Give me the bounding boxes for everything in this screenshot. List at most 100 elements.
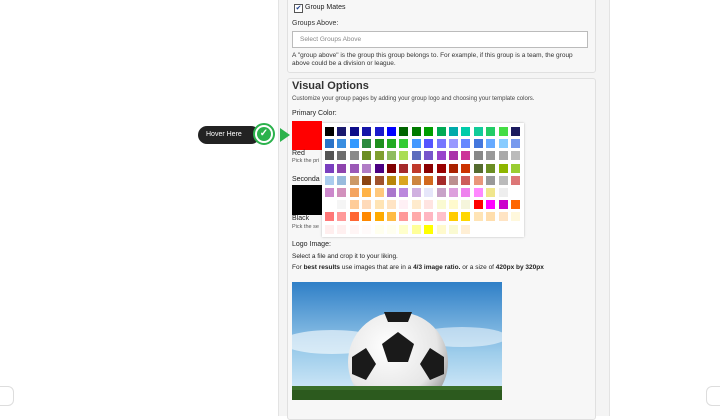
palette-swatch[interactable]: [436, 127, 446, 136]
palette-swatch[interactable]: [349, 163, 359, 173]
palette-swatch[interactable]: [511, 175, 520, 185]
palette-swatch[interactable]: [511, 139, 520, 149]
palette-swatch[interactable]: [411, 175, 421, 185]
palette-swatch[interactable]: [411, 163, 421, 173]
palette-swatch[interactable]: [387, 175, 396, 185]
palette-swatch[interactable]: [325, 163, 334, 173]
palette-swatch[interactable]: [486, 163, 496, 173]
palette-swatch[interactable]: [511, 188, 520, 197]
palette-swatch[interactable]: [498, 127, 508, 136]
palette-swatch[interactable]: [325, 224, 334, 234]
palette-swatch[interactable]: [436, 175, 446, 185]
palette-swatch[interactable]: [399, 212, 409, 222]
palette-swatch[interactable]: [498, 175, 508, 185]
palette-swatch[interactable]: [498, 151, 508, 161]
palette-swatch[interactable]: [387, 139, 396, 149]
palette-swatch[interactable]: [349, 224, 359, 234]
palette-swatch[interactable]: [511, 127, 520, 136]
palette-swatch[interactable]: [374, 175, 384, 185]
group-mates-checkbox[interactable]: ✔: [294, 4, 303, 13]
palette-swatch[interactable]: [449, 188, 458, 197]
palette-swatch[interactable]: [362, 139, 372, 149]
palette-swatch[interactable]: [498, 212, 508, 222]
palette-swatch[interactable]: [449, 224, 458, 234]
palette-swatch[interactable]: [349, 188, 359, 197]
palette-swatch[interactable]: [337, 224, 347, 234]
palette-swatch[interactable]: [461, 151, 471, 161]
palette-swatch[interactable]: [399, 127, 409, 136]
palette-swatch[interactable]: [349, 127, 359, 136]
palette-swatch[interactable]: [424, 151, 434, 161]
palette-swatch[interactable]: [473, 127, 483, 136]
palette-swatch[interactable]: [325, 175, 334, 185]
palette-swatch[interactable]: [424, 127, 434, 136]
palette-swatch[interactable]: [511, 224, 520, 234]
palette-swatch[interactable]: [374, 163, 384, 173]
palette-swatch[interactable]: [473, 163, 483, 173]
palette-swatch[interactable]: [337, 175, 347, 185]
palette-swatch[interactable]: [374, 212, 384, 222]
palette-swatch[interactable]: [387, 200, 396, 210]
primary-color-swatch[interactable]: [292, 121, 322, 150]
palette-swatch[interactable]: [486, 127, 496, 136]
palette-swatch[interactable]: [399, 139, 409, 149]
groups-above-select[interactable]: Select Groups Above: [292, 31, 588, 48]
palette-swatch[interactable]: [374, 151, 384, 161]
palette-swatch[interactable]: [498, 163, 508, 173]
palette-swatch[interactable]: [399, 200, 409, 210]
palette-swatch[interactable]: [511, 163, 520, 173]
palette-swatch[interactable]: [424, 139, 434, 149]
palette-swatch[interactable]: [387, 163, 396, 173]
palette-swatch[interactable]: [498, 139, 508, 149]
palette-swatch[interactable]: [486, 139, 496, 149]
palette-swatch[interactable]: [374, 188, 384, 197]
palette-swatch[interactable]: [374, 224, 384, 234]
palette-swatch[interactable]: [473, 212, 483, 222]
palette-swatch[interactable]: [424, 212, 434, 222]
palette-swatch[interactable]: [449, 127, 458, 136]
palette-swatch[interactable]: [349, 200, 359, 210]
palette-swatch[interactable]: [461, 139, 471, 149]
palette-swatch[interactable]: [337, 212, 347, 222]
palette-swatch[interactable]: [387, 127, 396, 136]
palette-swatch[interactable]: [473, 200, 483, 210]
palette-swatch[interactable]: [362, 175, 372, 185]
palette-swatch[interactable]: [449, 212, 458, 222]
palette-swatch[interactable]: [411, 224, 421, 234]
palette-swatch[interactable]: [461, 224, 471, 234]
palette-swatch[interactable]: [461, 163, 471, 173]
palette-swatch[interactable]: [424, 163, 434, 173]
palette-swatch[interactable]: [411, 139, 421, 149]
palette-swatch[interactable]: [337, 139, 347, 149]
palette-swatch[interactable]: [449, 175, 458, 185]
palette-swatch[interactable]: [325, 127, 334, 136]
palette-swatch[interactable]: [486, 151, 496, 161]
palette-swatch[interactable]: [424, 175, 434, 185]
palette-swatch[interactable]: [486, 175, 496, 185]
palette-swatch[interactable]: [337, 200, 347, 210]
palette-swatch[interactable]: [436, 139, 446, 149]
palette-swatch[interactable]: [362, 224, 372, 234]
palette-swatch[interactable]: [486, 224, 496, 234]
palette-swatch[interactable]: [374, 200, 384, 210]
palette-swatch[interactable]: [387, 212, 396, 222]
palette-swatch[interactable]: [374, 139, 384, 149]
palette-swatch[interactable]: [349, 175, 359, 185]
palette-swatch[interactable]: [461, 127, 471, 136]
palette-swatch[interactable]: [399, 175, 409, 185]
palette-swatch[interactable]: [449, 139, 458, 149]
palette-swatch[interactable]: [461, 175, 471, 185]
palette-swatch[interactable]: [325, 200, 334, 210]
palette-swatch[interactable]: [424, 200, 434, 210]
palette-swatch[interactable]: [473, 175, 483, 185]
palette-swatch[interactable]: [337, 188, 347, 197]
palette-swatch[interactable]: [374, 127, 384, 136]
palette-swatch[interactable]: [486, 212, 496, 222]
palette-swatch[interactable]: [325, 139, 334, 149]
palette-swatch[interactable]: [473, 151, 483, 161]
palette-swatch[interactable]: [498, 224, 508, 234]
palette-swatch[interactable]: [387, 188, 396, 197]
palette-swatch[interactable]: [473, 224, 483, 234]
palette-swatch[interactable]: [349, 212, 359, 222]
palette-swatch[interactable]: [399, 188, 409, 197]
